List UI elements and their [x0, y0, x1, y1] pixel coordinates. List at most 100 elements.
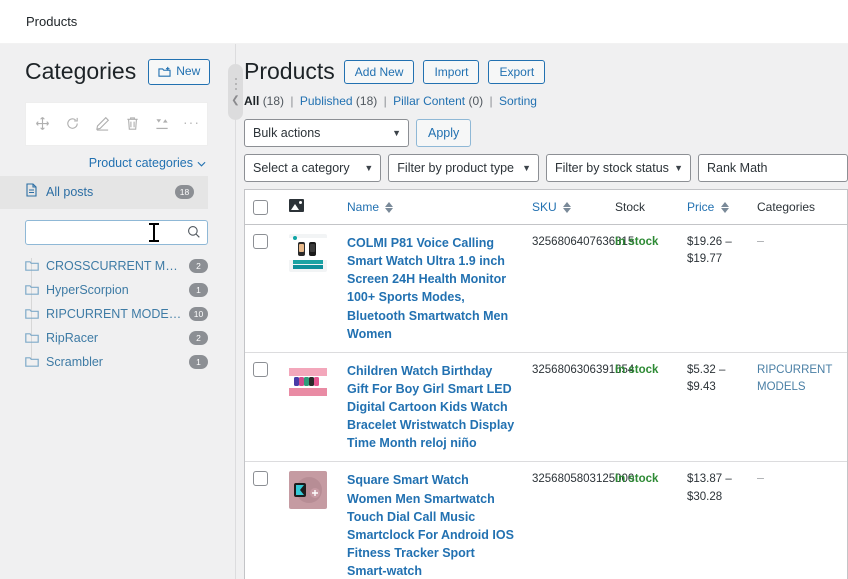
product-categories-label: Product categories [88, 155, 193, 170]
separator: | [290, 94, 294, 108]
row-checkbox[interactable] [253, 471, 268, 487]
chevron-down-icon [197, 156, 206, 170]
category-search [25, 219, 208, 245]
category-toolbar: ··· [25, 101, 208, 146]
row-price-cell: $13.87 – $30.28 [679, 461, 749, 579]
import-button[interactable]: Import [423, 59, 480, 84]
product-categories: – [757, 234, 764, 248]
price-column-label: Price [687, 200, 715, 214]
admin-topbar: Products [0, 0, 848, 44]
folder-icon [25, 356, 39, 368]
category-name: RipRacer [46, 330, 99, 345]
select-all-checkbox[interactable] [253, 199, 268, 215]
filter-product-type-dropdown[interactable]: Filter by product type ▼ [388, 154, 539, 182]
row-thumb-cell [281, 461, 339, 579]
select-category-value: Select a category [253, 161, 350, 175]
search-icon[interactable] [187, 225, 201, 244]
category-count: 2 [189, 330, 208, 345]
trash-icon[interactable] [123, 115, 141, 133]
filters-row: Select a category ▼ Filter by product ty… [244, 154, 848, 182]
select-category-dropdown[interactable]: Select a category ▼ [244, 154, 382, 182]
categories-column-header: Categories [749, 190, 847, 225]
row-name-cell: Square Smart Watch Women Men Smartwatch … [339, 461, 524, 579]
row-checkbox[interactable] [253, 361, 268, 377]
products-main: Products Add New Import Export All (18) … [244, 44, 848, 579]
category-list: CROSSCURRENT MOD... 2 HyperScorpion 1 RI… [0, 254, 226, 374]
stock-column-header: Stock [607, 190, 679, 225]
sku-column-header[interactable]: SKU [524, 190, 607, 225]
list-item[interactable]: Scrambler 1 [25, 350, 208, 374]
product-thumbnail[interactable] [289, 471, 327, 510]
product-name-link[interactable]: COLMI P81 Voice Calling Smart Watch Ultr… [347, 236, 508, 341]
new-category-label: New [176, 64, 201, 78]
row-checkbox[interactable] [253, 234, 268, 249]
categories-header: Categories New [0, 58, 226, 86]
move-icon[interactable] [33, 115, 51, 133]
row-name-cell: COLMI P81 Voice Calling Smart Watch Ultr… [339, 224, 524, 353]
table-row: Children Watch Birthday Gift For Boy Gir… [245, 352, 847, 463]
row-price-cell: $19.26 – $19.77 [679, 224, 749, 353]
sort-arrows-icon[interactable] [563, 202, 572, 214]
text-cursor [149, 222, 159, 242]
price-column-header[interactable]: Price [679, 190, 749, 225]
row-stock-cell: In stock [607, 352, 679, 463]
category-search-input[interactable] [25, 219, 208, 245]
product-categories[interactable]: RIPCURRENT MODELS [757, 364, 832, 393]
new-category-button[interactable]: New [148, 59, 211, 85]
topbar-title: Products [26, 14, 78, 29]
view-link-all[interactable]: All [244, 94, 259, 108]
panel-resize-handle[interactable]: ❮ [228, 64, 243, 120]
row-stock-cell: In stock [607, 224, 679, 353]
list-item[interactable]: HyperScorpion 1 [25, 278, 208, 302]
row-stock-cell: In stock [607, 461, 679, 579]
list-item[interactable]: RIPCURRENT MODELS 10 [25, 302, 208, 326]
status-badge: In stock [615, 473, 659, 486]
row-select-cell [245, 352, 281, 463]
product-price: $19.26 – $19.77 [687, 236, 732, 266]
export-button[interactable]: Export [488, 59, 546, 84]
view-link-sorting[interactable]: Sorting [499, 94, 537, 108]
folder-icon [25, 260, 39, 272]
grip-dot [234, 83, 237, 85]
bulk-actions-row: Bulk actions ▼ Apply [244, 119, 848, 147]
category-count: 1 [189, 354, 208, 369]
separator: | [383, 94, 387, 108]
chevron-left-icon: ❮ [231, 95, 240, 106]
rank-math-input[interactable] [698, 154, 848, 182]
row-sku-cell: 3256806306391654 [524, 352, 634, 463]
view-link-pillar-content[interactable]: Pillar Content [393, 94, 465, 108]
sort-arrows-icon[interactable] [385, 202, 394, 214]
add-new-button[interactable]: Add New [343, 59, 415, 84]
more-icon[interactable]: ··· [183, 114, 200, 134]
edit-icon[interactable] [93, 115, 111, 133]
refresh-icon[interactable] [63, 115, 81, 133]
product-thumbnail[interactable] [289, 361, 327, 400]
view-link-published[interactable]: Published [300, 94, 353, 108]
separator: | [489, 94, 493, 108]
image-icon [289, 199, 304, 212]
filter-stock-status-dropdown[interactable]: Filter by stock status ▼ [546, 154, 691, 182]
apply-button[interactable]: Apply [416, 119, 472, 147]
row-sku-cell: 3256805803125000 [524, 461, 634, 579]
product-name-link[interactable]: Children Watch Birthday Gift For Boy Gir… [347, 364, 514, 451]
bulk-actions-select[interactable]: Bulk actions ▼ [244, 119, 409, 147]
category-name: RIPCURRENT MODELS [46, 306, 182, 321]
name-column-header[interactable]: Name [339, 190, 524, 225]
new-folder-icon [158, 66, 171, 78]
sort-icon[interactable] [153, 115, 171, 133]
status-badge: In stock [615, 236, 659, 248]
list-item[interactable]: CROSSCURRENT MOD... 2 [25, 254, 208, 278]
list-item[interactable]: RipRacer 2 [25, 326, 208, 350]
product-name-link[interactable]: Square Smart Watch Women Men Smartwatch … [347, 473, 514, 578]
product-price: $5.32 – $9.43 [687, 363, 726, 393]
product-categories-dropdown[interactable]: Product categories [89, 156, 206, 170]
sidebar-item-all-posts[interactable]: All posts 18 [0, 175, 208, 209]
sort-arrows-icon[interactable] [720, 202, 729, 214]
row-select-cell [245, 461, 281, 579]
row-sku-cell: 3256806407636315 [524, 224, 634, 353]
product-thumbnail[interactable] [289, 234, 327, 272]
folder-icon [25, 308, 39, 320]
all-posts-count: 18 [175, 185, 194, 200]
categories-panel: Categories New ··· Product categories Al… [0, 44, 226, 579]
view-count-all: (18) [262, 94, 285, 108]
